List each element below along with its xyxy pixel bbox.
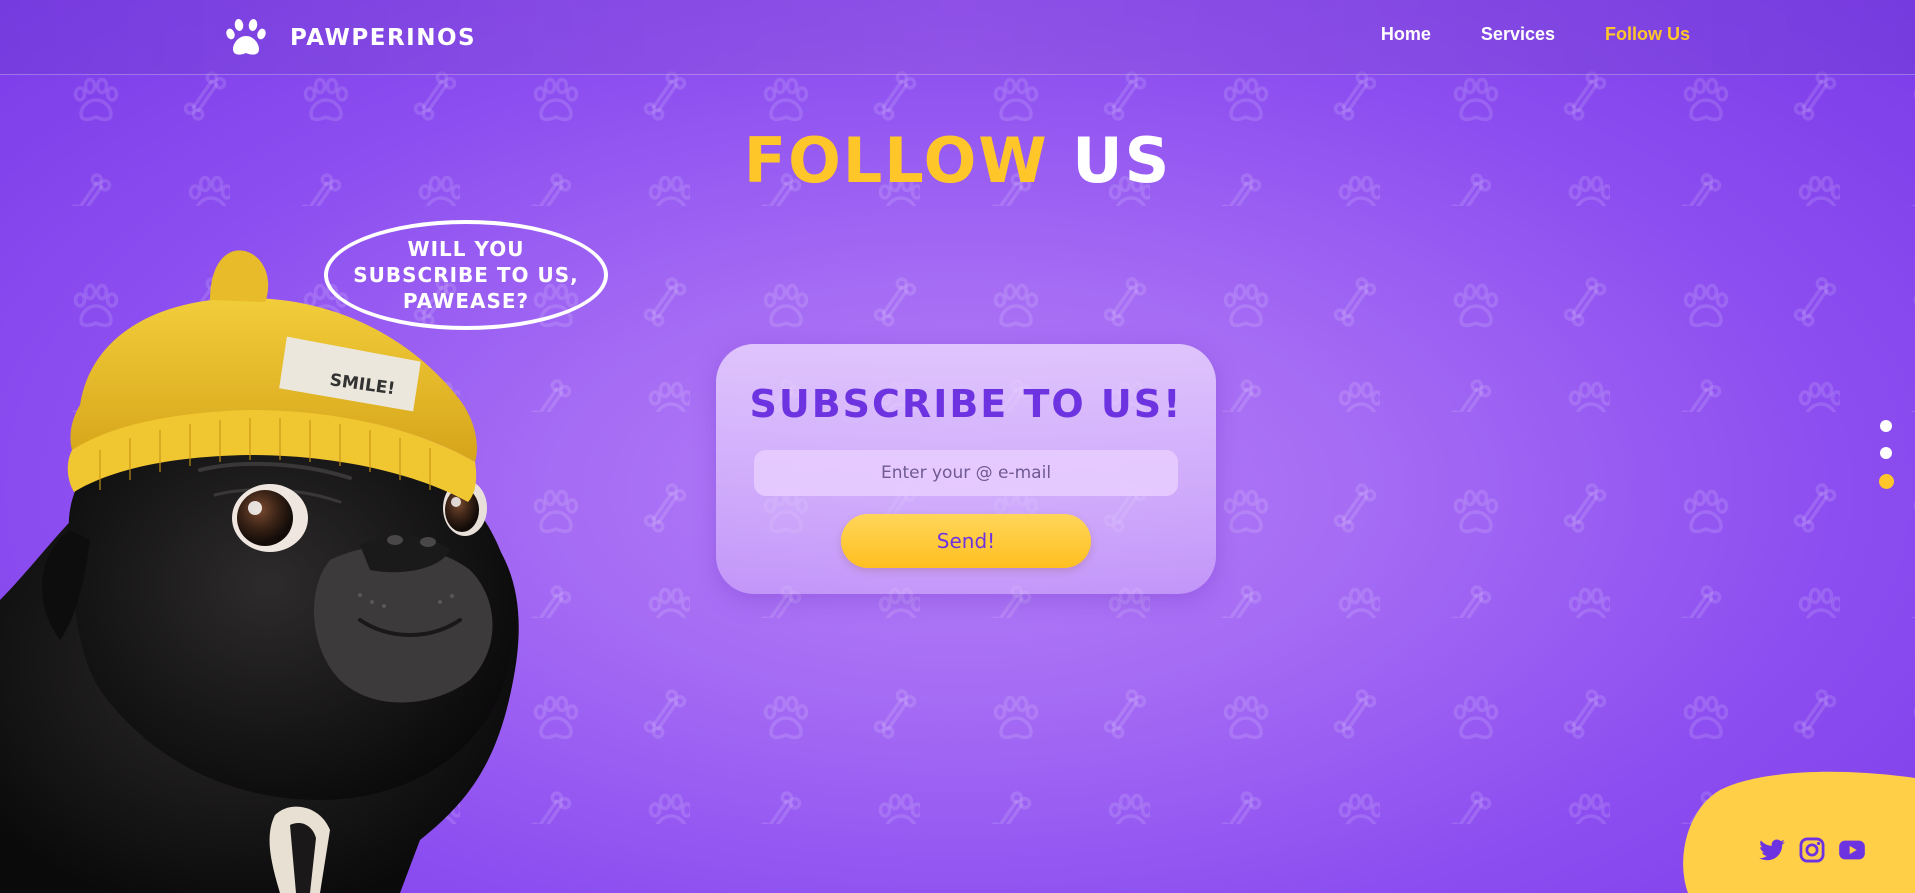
pager-dot-3-active[interactable] <box>1879 474 1894 489</box>
nav-home-link[interactable]: Home <box>1381 24 1431 45</box>
nav-services-link[interactable]: Services <box>1481 24 1555 45</box>
brand-name: PAWPERINOS <box>290 25 477 51</box>
speech-bubble-text: WILL YOU SUBSCRIBE TO US, PAWEASE? <box>353 237 579 313</box>
page-title: FOLLOW US <box>0 130 1915 192</box>
page-title-part2: US <box>1072 124 1172 197</box>
site-header: PAWPERINOS Home Services Follow Us <box>0 0 1915 75</box>
pager-dot-2[interactable] <box>1880 447 1892 459</box>
main-nav: Home Services Follow Us <box>1381 24 1690 45</box>
social-blob-background <box>1680 770 1915 893</box>
page-title-part1: FOLLOW <box>743 124 1049 197</box>
nav-follow-us-link[interactable]: Follow Us <box>1605 24 1690 45</box>
section-pager <box>1879 420 1894 504</box>
subscribe-title: SUBSCRIBE TO US! <box>749 382 1183 426</box>
paw-icon <box>226 19 266 55</box>
speech-bubble: WILL YOU SUBSCRIBE TO US, PAWEASE? <box>324 220 608 330</box>
twitter-icon[interactable] <box>1758 836 1786 864</box>
pager-dot-1[interactable] <box>1880 420 1892 432</box>
pug-image: SMILE! <box>0 240 530 893</box>
social-links <box>1758 836 1866 864</box>
subscribe-card: SUBSCRIBE TO US! Send! <box>716 344 1216 594</box>
youtube-icon[interactable] <box>1838 836 1866 864</box>
brand-logo[interactable]: PAWPERINOS <box>226 18 476 58</box>
instagram-icon[interactable] <box>1798 836 1826 864</box>
email-input[interactable] <box>754 450 1178 496</box>
send-button[interactable]: Send! <box>841 514 1091 568</box>
